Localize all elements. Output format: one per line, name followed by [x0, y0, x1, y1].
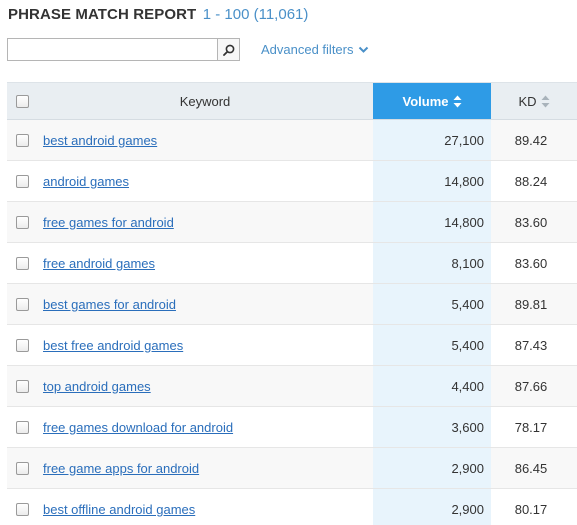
keyword-link[interactable]: best free android games — [43, 338, 183, 353]
volume-cell: 8,100 — [373, 243, 491, 283]
row-checkbox-cell — [7, 284, 37, 324]
search-box — [7, 38, 240, 61]
volume-cell: 27,100 — [373, 120, 491, 160]
header-checkbox-cell — [7, 83, 37, 119]
keyword-link[interactable]: free games download for android — [43, 420, 233, 435]
keyword-cell: best android games — [37, 120, 373, 160]
kd-cell: 88.24 — [514, 173, 548, 189]
kd-cell: 78.17 — [514, 419, 548, 435]
volume-cell: 5,400 — [373, 325, 491, 365]
keyword-link[interactable]: best offline android games — [43, 502, 195, 517]
keyword-cell: android games — [37, 161, 373, 201]
keyword-cell: best offline android games — [37, 489, 373, 525]
kd-cell: 83.60 — [514, 214, 548, 230]
column-header-volume[interactable]: Volume — [373, 83, 491, 119]
table-body: best android games 27,100 89.42 android … — [7, 120, 577, 525]
row-checkbox[interactable] — [15, 256, 29, 270]
table-row: best free android games 5,400 87.43 — [7, 325, 577, 366]
row-checkbox-cell — [7, 120, 37, 160]
search-icon — [222, 44, 234, 56]
keyword-link[interactable]: best games for android — [43, 297, 176, 312]
volume-cell: 14,800 — [373, 202, 491, 242]
column-header-keyword-label: Keyword — [179, 93, 231, 109]
keyword-cell: best free android games — [37, 325, 373, 365]
search-input[interactable] — [8, 39, 218, 60]
kd-cell: 87.66 — [514, 378, 548, 394]
row-checkbox-cell — [7, 202, 37, 242]
table-header: Keyword Volume KD — [7, 82, 577, 120]
keyword-link[interactable]: free game apps for android — [43, 461, 199, 476]
table-row: android games 14,800 88.24 — [7, 161, 577, 202]
table-row: free games for android 14,800 83.60 — [7, 202, 577, 243]
volume-cell: 5,400 — [373, 284, 491, 324]
row-checkbox[interactable] — [15, 133, 29, 147]
column-header-kd[interactable]: KD — [491, 83, 577, 119]
table-row: free android games 8,100 83.60 — [7, 243, 577, 284]
keyword-cell: free android games — [37, 243, 373, 283]
table-row: free games download for android 3,600 78… — [7, 407, 577, 448]
table-row: best offline android games 2,900 80.17 — [7, 489, 577, 525]
advanced-filters-label: Advanced filters — [261, 42, 354, 57]
table-row: best games for android 5,400 89.81 — [7, 284, 577, 325]
volume-cell: 4,400 — [373, 366, 491, 406]
table-row: free game apps for android 2,900 86.45 — [7, 448, 577, 489]
volume-cell: 2,900 — [373, 448, 491, 488]
sort-icon[interactable] — [541, 95, 550, 108]
row-checkbox-cell — [7, 489, 37, 525]
result-range: 1 - 100 (11,061) — [202, 6, 309, 23]
sort-icon[interactable] — [453, 95, 462, 108]
row-checkbox-cell — [7, 243, 37, 283]
column-header-kd-label: KD — [518, 93, 537, 109]
keyword-link[interactable]: free games for android — [43, 215, 174, 230]
row-checkbox-cell — [7, 448, 37, 488]
keyword-link[interactable]: best android games — [43, 133, 157, 148]
row-checkbox[interactable] — [15, 215, 29, 229]
row-checkbox-cell — [7, 325, 37, 365]
report-title: PHRASE MATCH REPORT — [8, 6, 197, 23]
column-header-volume-label: Volume — [402, 93, 449, 109]
chevron-down-icon — [358, 46, 368, 53]
row-checkbox[interactable] — [15, 420, 29, 434]
column-header-keyword: Keyword — [37, 83, 373, 119]
volume-cell: 2,900 — [373, 489, 491, 525]
row-checkbox-cell — [7, 366, 37, 406]
keyword-cell: free games download for android — [37, 407, 373, 447]
keyword-cell: best games for android — [37, 284, 373, 324]
row-checkbox[interactable] — [15, 174, 29, 188]
row-checkbox[interactable] — [15, 338, 29, 352]
keyword-cell: free game apps for android — [37, 448, 373, 488]
row-checkbox[interactable] — [15, 297, 29, 311]
kd-cell: 80.17 — [514, 501, 548, 517]
volume-cell: 14,800 — [373, 161, 491, 201]
keyword-table: Keyword Volume KD best android games 27,… — [7, 82, 577, 525]
keyword-link[interactable]: top android games — [43, 379, 151, 394]
keyword-cell: free games for android — [37, 202, 373, 242]
kd-cell: 89.42 — [514, 132, 548, 148]
kd-cell: 87.43 — [514, 337, 548, 353]
table-row: top android games 4,400 87.66 — [7, 366, 577, 407]
table-row: best android games 27,100 89.42 — [7, 120, 577, 161]
volume-cell: 3,600 — [373, 407, 491, 447]
row-checkbox[interactable] — [15, 379, 29, 393]
row-checkbox-cell — [7, 161, 37, 201]
keyword-link[interactable]: android games — [43, 174, 129, 189]
report-header: PHRASE MATCH REPORT 1 - 100 (11,061) — [8, 6, 308, 26]
keyword-link[interactable]: free android games — [43, 256, 155, 271]
kd-cell: 89.81 — [514, 296, 548, 312]
kd-cell: 86.45 — [514, 460, 548, 476]
advanced-filters-toggle[interactable]: Advanced filters — [261, 42, 369, 57]
keyword-cell: top android games — [37, 366, 373, 406]
row-checkbox[interactable] — [15, 502, 29, 516]
search-button[interactable] — [217, 39, 239, 60]
row-checkbox[interactable] — [15, 461, 29, 475]
row-checkbox-cell — [7, 407, 37, 447]
kd-cell: 83.60 — [514, 255, 548, 271]
select-all-checkbox[interactable] — [15, 94, 29, 108]
